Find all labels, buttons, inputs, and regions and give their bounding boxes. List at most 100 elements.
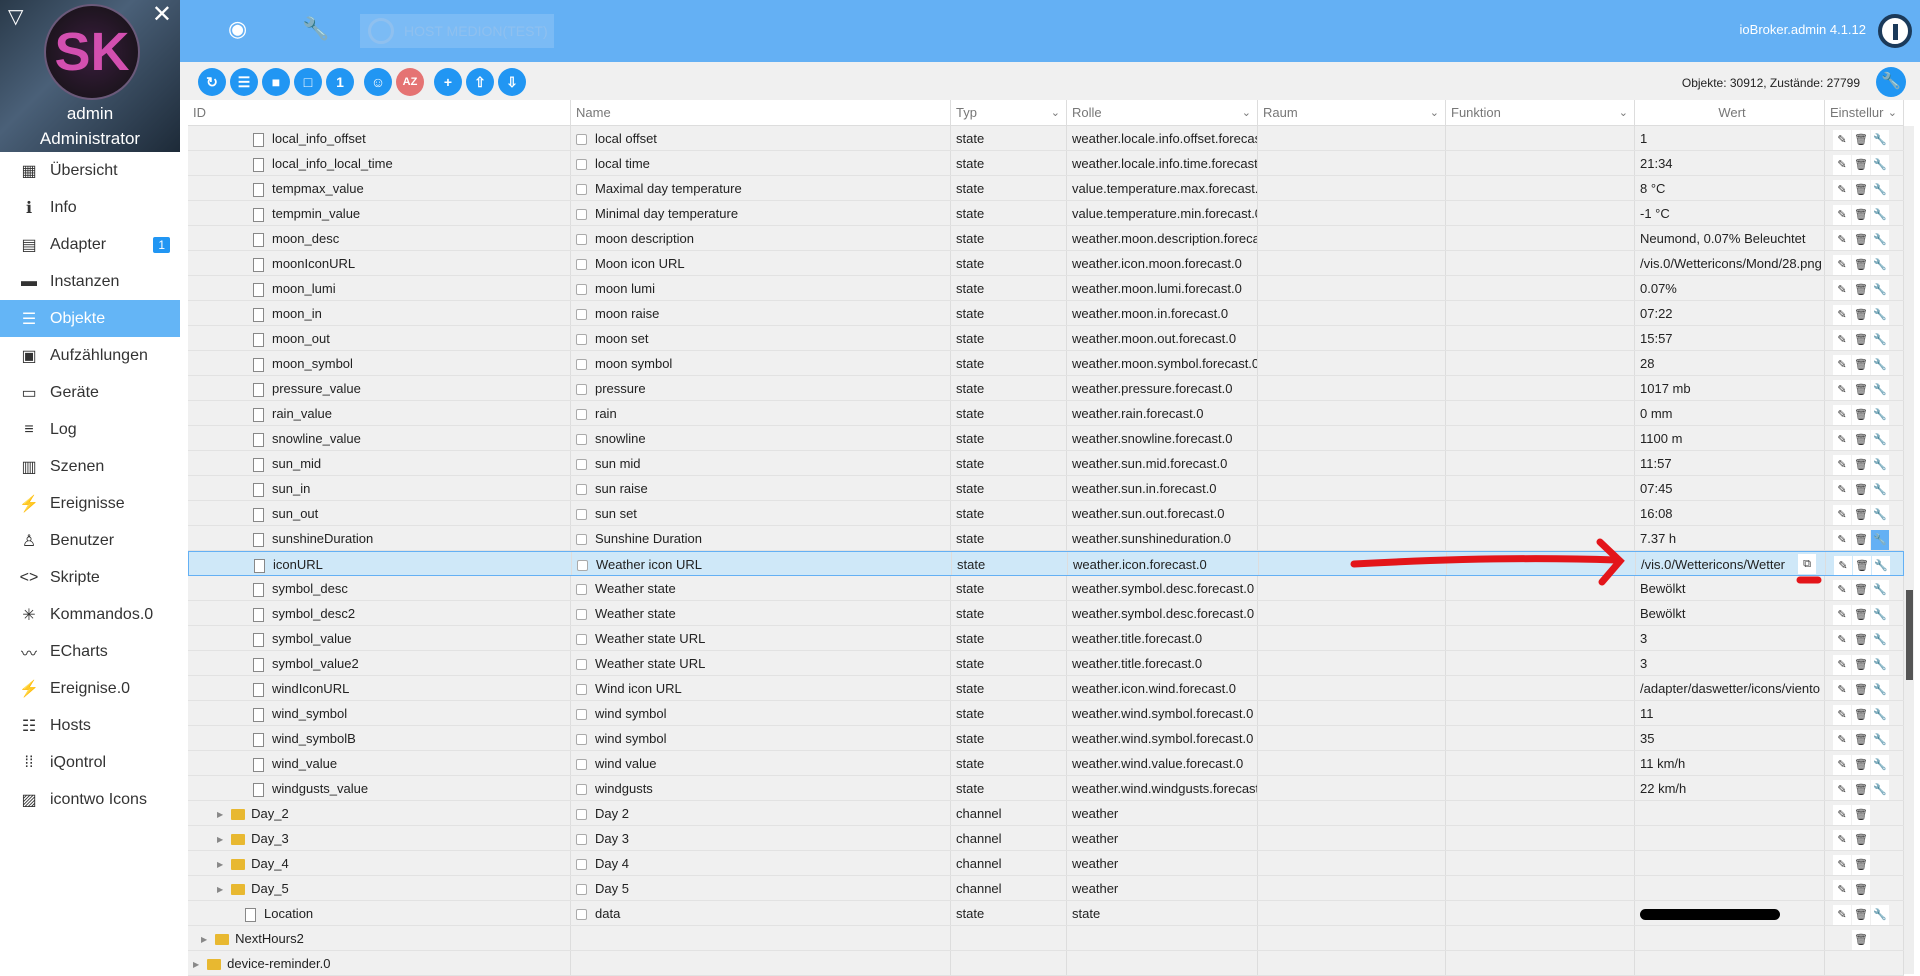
edit-icon[interactable]: ✎ — [1833, 230, 1851, 250]
table-row[interactable]: ▶ Day_5 Day 5 channel weather ✎ 🗑 — [188, 876, 1904, 901]
delete-icon[interactable]: 🗑 — [1852, 305, 1870, 325]
delete-icon[interactable]: 🗑 — [1852, 930, 1870, 950]
edit-icon[interactable]: ✎ — [1833, 830, 1851, 850]
wrench-icon[interactable]: 🔧 — [1871, 205, 1889, 225]
delete-icon[interactable]: 🗑 — [1852, 355, 1870, 375]
table-row[interactable]: wind_symbolB wind symbol state weather.wind… — [188, 726, 1904, 751]
edit-icon[interactable]: ✎ — [1833, 455, 1851, 475]
table-row[interactable]: symbol_desc Weather state state weather.sym… — [188, 576, 1904, 601]
table-row[interactable]: moon_lumi moon lumi state weather.moon.lumi… — [188, 276, 1904, 301]
object-value[interactable]: -1 °C — [1640, 206, 1670, 221]
edit-icon[interactable]: ✎ — [1833, 780, 1851, 800]
sidebar-item-instanzen[interactable]: ▬ Instanzen — [0, 263, 180, 300]
wrench-icon[interactable]: 🔧 — [1871, 255, 1889, 275]
wrench-icon[interactable]: 🔧 — [1871, 355, 1889, 375]
folder-closed-button[interactable]: ■ — [262, 68, 290, 96]
delete-icon[interactable]: 🗑 — [1852, 255, 1870, 275]
expert-mode-button[interactable]: ☺ — [364, 68, 392, 96]
wrench-icon[interactable]: 🔧 — [1872, 556, 1890, 575]
sidebar-item-icontwo-icons[interactable]: ▨ icontwo Icons — [0, 781, 180, 818]
sidebar-item-szenen[interactable]: ▥ Szenen — [0, 448, 180, 485]
table-row[interactable]: windIconURL Wind icon URL state weather.ico… — [188, 676, 1904, 701]
edit-icon[interactable]: ✎ — [1833, 755, 1851, 775]
edit-icon[interactable]: ✎ — [1833, 505, 1851, 525]
delete-icon[interactable]: 🗑 — [1852, 530, 1870, 550]
settings-wrench-button[interactable]: 🔧 — [1876, 67, 1906, 97]
edit-icon[interactable]: ✎ — [1833, 305, 1851, 325]
wrench-icon[interactable]: 🔧 — [1871, 330, 1889, 350]
table-row[interactable]: symbol_value2 Weather state URL state weath… — [188, 651, 1904, 676]
delete-icon[interactable]: 🗑 — [1852, 230, 1870, 250]
delete-icon[interactable]: 🗑 — [1852, 330, 1870, 350]
add-button[interactable]: + — [434, 68, 462, 96]
wrench-icon[interactable]: 🔧 — [1871, 780, 1889, 800]
delete-icon[interactable]: 🗑 — [1852, 905, 1870, 925]
wrench-icon[interactable]: 🔧 — [1871, 230, 1889, 250]
delete-icon[interactable]: 🗑 — [1852, 155, 1870, 175]
table-row[interactable]: snowline_value snowline state weather.snowl… — [188, 426, 1904, 451]
object-value[interactable]: 11:57 — [1640, 456, 1672, 471]
eye-icon[interactable]: ◉ — [228, 16, 247, 42]
folder-open-button[interactable]: □ — [294, 68, 322, 96]
delete-icon[interactable]: 🗑 — [1852, 205, 1870, 225]
edit-icon[interactable]: ✎ — [1833, 280, 1851, 300]
table-row[interactable]: symbol_value Weather state URL state weathe… — [188, 626, 1904, 651]
sidebar-item-ereignisse[interactable]: ⚡ Ereignisse — [0, 485, 180, 522]
object-value[interactable]: 22 km/h — [1640, 781, 1686, 796]
wrench-icon[interactable]: 🔧 — [1871, 530, 1889, 550]
close-icon[interactable]: ✕ — [152, 0, 172, 29]
sidebar-item-info[interactable]: ℹ Info — [0, 189, 180, 226]
chevron-down-icon[interactable]: ⌄ — [1242, 100, 1251, 125]
table-row[interactable]: rain_value rain state weather.rain.forecast… — [188, 401, 1904, 426]
object-value[interactable]: Bewölkt — [1640, 581, 1686, 596]
delete-icon[interactable]: 🗑 — [1852, 480, 1870, 500]
column-header-wert[interactable]: Wert — [1635, 100, 1825, 125]
object-value[interactable]: 7.37 h — [1640, 531, 1676, 546]
table-row[interactable]: sun_mid sun mid state weather.sun.mid.forec… — [188, 451, 1904, 476]
chevron-down-icon[interactable]: ⌄ — [1430, 100, 1439, 125]
wrench-icon[interactable]: 🔧 — [302, 16, 329, 42]
column-header-funktion[interactable]: Funktion ⌄ — [1446, 100, 1635, 125]
refresh-button[interactable]: ↻ — [198, 68, 226, 96]
wrench-icon[interactable]: 🔧 — [1871, 730, 1889, 750]
copy-icon[interactable]: ⧉ — [1798, 554, 1816, 574]
column-header-name[interactable]: Name — [571, 100, 951, 125]
wrench-icon[interactable]: 🔧 — [1871, 580, 1889, 600]
wrench-icon[interactable]: 🔧 — [1871, 455, 1889, 475]
object-value[interactable]: 0 mm — [1640, 406, 1673, 421]
table-row[interactable]: local_info_local_time local time state weat… — [188, 151, 1904, 176]
sidebar-item-log[interactable]: ≡ Log — [0, 411, 180, 448]
delete-icon[interactable]: 🗑 — [1852, 455, 1870, 475]
table-row[interactable]: sun_out sun set state weather.sun.out.forec… — [188, 501, 1904, 526]
sort-az-button[interactable]: AZ — [396, 68, 424, 96]
wrench-icon[interactable]: 🔧 — [1871, 605, 1889, 625]
edit-icon[interactable]: ✎ — [1833, 905, 1851, 925]
upload-button[interactable]: ⇧ — [466, 68, 494, 96]
object-value[interactable]: 3 — [1640, 656, 1647, 671]
object-value[interactable]: 07:45 — [1640, 481, 1673, 496]
edit-icon[interactable]: ✎ — [1833, 730, 1851, 750]
sidebar-item-objekte[interactable]: ☰ Objekte — [0, 300, 180, 337]
column-header-raum[interactable]: Raum ⌄ — [1258, 100, 1446, 125]
table-row[interactable]: ▶ Day_3 Day 3 channel weather ✎ 🗑 — [188, 826, 1904, 851]
object-value[interactable]: 8 °C — [1640, 181, 1665, 196]
wrench-icon[interactable]: 🔧 — [1871, 130, 1889, 150]
wrench-icon[interactable]: 🔧 — [1871, 755, 1889, 775]
level-button[interactable]: 1 — [326, 68, 354, 96]
object-value[interactable]: 21:34 — [1640, 156, 1673, 171]
delete-icon[interactable]: 🗑 — [1852, 680, 1870, 700]
object-value[interactable]: 3 — [1640, 631, 1647, 646]
column-header-typ[interactable]: Typ ⌄ — [951, 100, 1067, 125]
column-header-einstellur[interactable]: Einstellur ⌄ — [1825, 100, 1904, 125]
expand-icon[interactable]: ▶ — [201, 927, 207, 950]
table-row[interactable]: sunshineDuration Sunshine Duration state we… — [188, 526, 1904, 551]
delete-icon[interactable]: 🗑 — [1852, 805, 1870, 825]
object-value[interactable]: /adapter/daswetter/icons/viento — [1640, 681, 1820, 696]
sidebar-item-hosts[interactable]: ☷ Hosts — [0, 707, 180, 744]
table-row[interactable]: moon_desc moon description state weather.mo… — [188, 226, 1904, 251]
object-value[interactable]: 11 km/h — [1640, 756, 1685, 771]
wrench-icon[interactable]: 🔧 — [1871, 505, 1889, 525]
sidebar-item-skripte[interactable]: <> Skripte — [0, 559, 180, 596]
table-row[interactable]: sun_in sun raise state weather.sun.in.forec… — [188, 476, 1904, 501]
expand-icon[interactable]: ▶ — [217, 852, 223, 875]
